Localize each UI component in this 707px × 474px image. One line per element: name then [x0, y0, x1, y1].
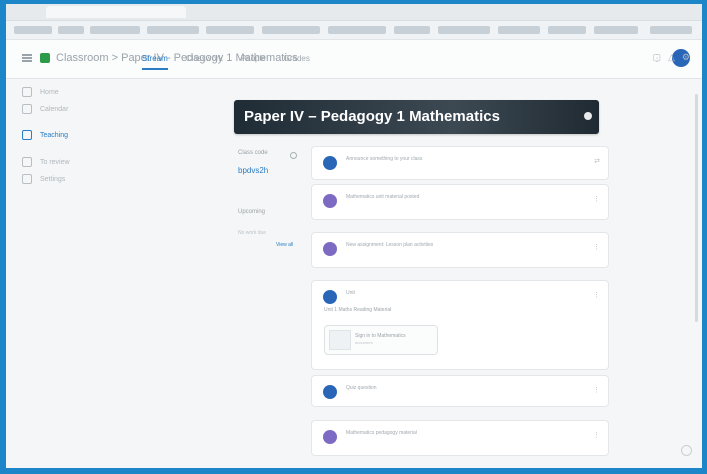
- announcement-text: Unit 1 Maths Reading Material: [324, 307, 392, 313]
- drive-icon[interactable]: △: [668, 52, 675, 63]
- post-text: New assignment: Lesson plan activities: [346, 242, 434, 248]
- bookmark-bar: [6, 21, 702, 40]
- more-icon[interactable]: ⋮: [593, 431, 600, 439]
- repost-icon[interactable]: ⇄: [594, 157, 600, 165]
- sidebar-item-settings[interactable]: Settings: [22, 173, 65, 185]
- attachment-title: Sign in to Mathematics: [355, 333, 406, 339]
- header-actions: ▢ △ ⚙: [652, 52, 690, 63]
- menu-icon[interactable]: [22, 54, 32, 62]
- question-icon: [323, 385, 337, 399]
- review-icon: [22, 157, 32, 167]
- assignment-icon: [323, 194, 337, 208]
- bookmark-item[interactable]: [206, 26, 254, 34]
- settings-icon: [22, 174, 32, 184]
- list-item[interactable]: Mathematics unit material posted ⋮: [311, 184, 609, 220]
- tab-classwork[interactable]: Classwork: [186, 48, 223, 70]
- list-item[interactable]: Mathematics pedagogy material ⋮: [311, 420, 609, 456]
- bookmark-item[interactable]: [594, 26, 638, 34]
- scrollbar[interactable]: [695, 94, 698, 322]
- post-text: Mathematics pedagogy material: [346, 430, 417, 436]
- sidebar-item-review[interactable]: To review: [22, 156, 70, 168]
- sidebar-item-label: Home: [40, 88, 59, 96]
- announcement-compose[interactable]: Announce something to your class ⇄: [311, 146, 609, 180]
- stream-feed: Announce something to your class ⇄ Mathe…: [311, 146, 609, 468]
- bookmark-item[interactable]: [394, 26, 430, 34]
- app-header: Classroom > Paper IV - Pedagogy 1 Mathem…: [6, 40, 702, 79]
- bookmark-item[interactable]: [90, 26, 140, 34]
- post-text: Quiz question: [346, 385, 377, 391]
- assignment-icon: [323, 430, 337, 444]
- bookmark-item[interactable]: [498, 26, 540, 34]
- sidebar: Home Calendar Teaching To review Setting…: [6, 79, 136, 468]
- more-icon[interactable]: ⋮: [593, 195, 600, 203]
- calendar-icon: [22, 104, 32, 114]
- sidebar-item-label: To review: [40, 158, 70, 166]
- tab-stream[interactable]: Stream: [142, 48, 168, 70]
- bookmark-item[interactable]: [438, 26, 490, 34]
- class-nav-tabs: Stream Classwork People Grades: [142, 48, 310, 70]
- sidebar-item-home[interactable]: Home: [22, 86, 59, 98]
- class-banner: Paper IV – Pedagogy 1 Mathematics: [234, 100, 599, 134]
- tab-grades[interactable]: Grades: [284, 48, 310, 70]
- banner-title: Paper IV – Pedagogy 1 Mathematics: [244, 108, 500, 125]
- help-icon[interactable]: [681, 445, 692, 456]
- attachment-card[interactable]: Sign in to Mathematics document: [324, 325, 438, 355]
- assignment-icon: [323, 242, 337, 256]
- bookmark-item[interactable]: [262, 26, 320, 34]
- browser-tab-strip: [6, 4, 702, 21]
- more-icon[interactable]: ⋮: [593, 243, 600, 251]
- sidebar-item-label: Settings: [40, 175, 66, 183]
- class-code-label: Class code: [238, 150, 268, 156]
- tab-icons: [10, 8, 190, 16]
- more-icon[interactable]: ⋮: [593, 291, 600, 299]
- code-menu-icon[interactable]: [290, 152, 297, 159]
- home-icon: [22, 87, 32, 97]
- post-text: Announce something to your class: [346, 156, 423, 162]
- bookmark-item[interactable]: [14, 26, 52, 34]
- sidebar-item-calendar[interactable]: Calendar: [22, 103, 68, 115]
- list-item[interactable]: New assignment: Lesson plan activities ⋮: [311, 232, 609, 268]
- class-code-value[interactable]: bpdvs2h: [238, 166, 268, 175]
- upcoming-label: Upcoming: [238, 209, 266, 215]
- document-icon: [329, 330, 351, 350]
- bookmark-item[interactable]: [548, 26, 586, 34]
- upcoming-subtext: No work due: [238, 230, 267, 236]
- banner-info-icon[interactable]: [584, 112, 592, 120]
- sidebar-item-teaching[interactable]: Teaching: [22, 129, 68, 141]
- browser-window: Classroom > Paper IV - Pedagogy 1 Mathem…: [6, 4, 702, 468]
- post-text: Mathematics unit material posted: [346, 194, 420, 200]
- list-item[interactable]: Quiz question ⋮: [311, 375, 609, 407]
- calendar-icon[interactable]: ▢: [652, 52, 661, 63]
- view-all-link[interactable]: View all: [276, 242, 293, 248]
- tab-people[interactable]: People: [241, 48, 266, 70]
- user-avatar-icon: [323, 290, 337, 304]
- post-text: Unit: [346, 290, 355, 296]
- sidebar-item-label: Teaching: [40, 131, 69, 139]
- user-avatar-icon: [323, 156, 337, 170]
- class-code-card: Class code bpdvs2h: [238, 150, 302, 188]
- announcement-card[interactable]: Unit ⋮ Unit 1 Maths Reading Material Sig…: [311, 280, 609, 370]
- settings-icon[interactable]: ⚙: [682, 52, 690, 63]
- upcoming-card: Upcoming No work due: [238, 209, 308, 259]
- bookmark-item[interactable]: [650, 26, 692, 34]
- classroom-logo-icon: [40, 53, 50, 63]
- more-icon[interactable]: ⋮: [593, 386, 600, 394]
- teaching-icon: [22, 130, 32, 140]
- bookmark-item[interactable]: [328, 26, 386, 34]
- bookmark-item[interactable]: [58, 26, 84, 34]
- bookmark-item[interactable]: [147, 26, 199, 34]
- attachment-subtitle: document: [355, 340, 373, 345]
- sidebar-item-label: Calendar: [40, 105, 69, 113]
